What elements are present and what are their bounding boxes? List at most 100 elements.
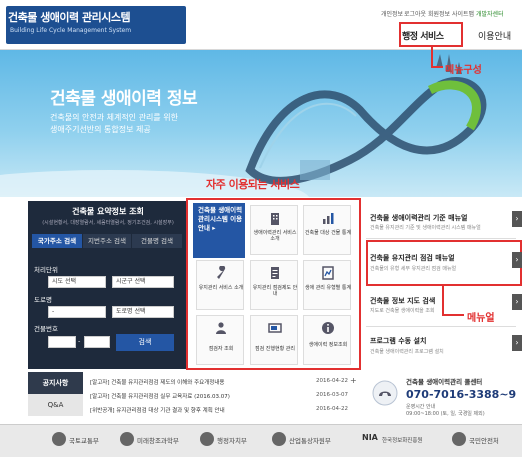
service-tile-inspection-guide[interactable]: 유지관리 점검제도 안내 (250, 260, 298, 310)
tab-notices[interactable]: 공지사항 (28, 372, 83, 394)
government-emblem-icon (120, 432, 134, 446)
footer-link-mpss[interactable]: 국민안전처 (469, 435, 499, 445)
service-tile-progress-management[interactable]: 점검 진행현황 관리 (250, 315, 298, 365)
annotation-arrow-menu (431, 46, 433, 68)
footer-link-molit[interactable]: 국토교통부 (69, 435, 99, 445)
notice-more-button[interactable]: + (350, 376, 357, 385)
annotation-arrow-manual-tip (442, 314, 464, 316)
search-button[interactable]: 검색 (116, 334, 174, 351)
service-tile-label: 점검자 조회 (208, 346, 234, 352)
nia-logo: NIA (362, 433, 378, 442)
tab-road-address[interactable]: 국가주소 검색 (32, 234, 82, 248)
info-icon (322, 322, 334, 334)
notice-date: 2016-04-22 (316, 378, 348, 384)
util-link-privacy[interactable]: 개인정보 (381, 9, 403, 18)
government-emblem-icon (200, 432, 214, 446)
document-icon (271, 267, 279, 279)
logo-subtitle: Building Life Cycle Management System (10, 27, 132, 34)
footer-link-nia[interactable]: 한국정보화진흥원 (382, 436, 422, 444)
region-label: 처리단위 (34, 266, 58, 274)
link-program-install-desc: 건축물 생애이력관리 프로그램 설치 (370, 349, 444, 355)
footer-link-motie[interactable]: 산업통상자원부 (289, 435, 331, 445)
government-emblem-icon (52, 432, 66, 446)
building-number-label: 건물번호 (34, 325, 58, 333)
annotation-menu-label: 메뉴구성 (445, 65, 482, 76)
footer-link-msip[interactable]: 미래창조과학부 (137, 435, 179, 445)
building-sub-number-input[interactable] (84, 336, 110, 348)
annotation-frequent-label: 자주 이용되는 서비스 (206, 178, 300, 191)
service-tile-target-stats[interactable]: 건축물 대상 건물 통계 (303, 205, 351, 255)
annotation-arrow-menu-tip (431, 66, 443, 68)
call-center-phone: 070-7016-3388~9 (406, 388, 517, 401)
service-tile-label: 생애이력 정보조회 (308, 342, 348, 348)
util-link-member[interactable]: 회원정보 (428, 9, 450, 18)
call-center-title: 건축물 생애이력관리 콜센터 (406, 378, 483, 386)
chart-icon (323, 213, 334, 224)
divider (366, 238, 516, 239)
service-guide-button[interactable]: 건축물 생애이력 관리시스템 이용안내 ▸ (193, 203, 245, 258)
government-emblem-icon (272, 432, 286, 446)
service-tile-lifecycle-info[interactable]: 생애이력 정보조회 (303, 315, 351, 365)
service-tile-label: 유지관리 서비스 소개 (198, 285, 244, 291)
tab-building-name[interactable]: 건물명 검색 (132, 234, 182, 248)
building-main-number-input[interactable] (48, 336, 76, 348)
service-tile-label: 생애이력관리 서비스 소개 (253, 230, 297, 242)
service-tile-inspector-search[interactable]: 점검자 조회 (196, 315, 244, 365)
link-map-search-title[interactable]: 건축물 정보 지도 검색 (370, 296, 435, 306)
tab-qna[interactable]: Q&A (28, 394, 83, 416)
service-tile-label: 건축물 대상 건물 통계 (304, 230, 352, 236)
footer-link-mogaha[interactable]: 행정자치부 (217, 435, 247, 445)
call-center-hours-label: 운영시간 안내 (406, 404, 436, 410)
manual-highlight-box (366, 240, 522, 286)
progress-icon (268, 323, 282, 333)
district-select[interactable]: 시군구 선택 (112, 276, 174, 288)
hero-description-1: 건축물의 안전과 체계적인 관리를 위한 (50, 113, 178, 122)
notice-item[interactable]: [알고자] 건축물 유지관리점검 실무 교육자료 (2016.03.07) (90, 392, 230, 400)
notice-date: 2016-04-22 (316, 406, 348, 412)
chevron-right-icon[interactable]: › (512, 335, 522, 351)
nav-admin-service[interactable]: 행정 서비스 (402, 29, 444, 42)
tab-lot-address[interactable]: 지번주소 검색 (83, 234, 131, 248)
annotation-manual-label: 메뉴얼 (467, 313, 495, 324)
stats-icon (322, 266, 334, 280)
notice-item[interactable]: [위반공개] 유지관리점검 대상 기관 결과 및 향후 계획 안내 (90, 406, 225, 414)
service-tile-maintenance-intro[interactable]: 유지관리 서비스 소개 (196, 260, 244, 310)
util-link-sitemap[interactable]: 사이트맵 (452, 9, 474, 18)
notice-date: 2016-03-07 (316, 392, 348, 398)
link-lifecycle-manual-desc: 건축물 유지관리 기준 및 생애이력관리 시스템 매뉴얼 (370, 225, 481, 231)
hero-title: 건축물 생애이력 정보 (50, 89, 198, 109)
road-name-select[interactable]: 도로명 선택 (112, 306, 174, 318)
notice-item[interactable]: [알고자] 건축물 유지관리점검 제도의 이해와 주요개정내용 (90, 378, 224, 386)
building-number-separator: - (78, 337, 81, 345)
government-emblem-icon (452, 432, 466, 446)
annotation-arrow-manual (442, 286, 444, 316)
link-inspection-manual-desc: 건축물의 유형 세부 유지관리 점검 매뉴얼 (370, 266, 457, 272)
phone-icon (372, 380, 398, 406)
chevron-right-icon[interactable]: › (512, 211, 522, 227)
link-program-install-title[interactable]: 프로그램 수동 설치 (370, 336, 426, 346)
summary-title: 건축물 요약정보 조회 (72, 207, 144, 216)
road-initial-select[interactable]: - (48, 306, 106, 318)
service-tile-lifecycle-intro[interactable]: 생애이력관리 서비스 소개 (250, 205, 298, 255)
util-link-logout[interactable]: 로그아웃 (404, 9, 426, 18)
page: 건축물 생애이력 관리시스템 Building Life Cycle Manag… (0, 0, 522, 457)
person-icon (216, 322, 226, 334)
divider (366, 326, 516, 327)
chevron-right-icon[interactable]: › (512, 252, 522, 268)
call-center-hours: 09:00~18:00 (토, 일, 국경일 제외) (406, 411, 485, 417)
building-icon (271, 213, 279, 225)
link-inspection-manual-title[interactable]: 건축물 유지관리 점검 매뉴얼 (370, 253, 455, 263)
summary-subtitle: (시설현황서, 대장열람서, 세움터열람서, 정기조건검, 시설장부) (42, 220, 174, 226)
service-tile-label: 생애 관리 유형별 통계 (304, 285, 352, 291)
chevron-right-icon[interactable]: › (512, 294, 522, 310)
link-map-search-desc: 지도로 건축물 생애이력을 조회 (370, 308, 435, 314)
logo-title: 건축물 생애이력 관리시스템 (8, 11, 131, 24)
link-lifecycle-manual-title[interactable]: 건축물 생애이력관리 기준 매뉴얼 (370, 213, 467, 223)
road-label: 도로명 (34, 296, 52, 304)
service-tile-label: 점검 진행현황 관리 (255, 346, 295, 352)
hero-description-2: 생애주기선반의 통합정보 제공 (50, 125, 151, 134)
region-select[interactable]: 시도 선택 (48, 276, 106, 288)
nav-usage-guide[interactable]: 이용안내 (478, 29, 511, 42)
service-tile-type-stats[interactable]: 생애 관리 유형별 통계 (303, 260, 351, 310)
util-link-developer[interactable]: 개발자센터 (476, 9, 504, 18)
